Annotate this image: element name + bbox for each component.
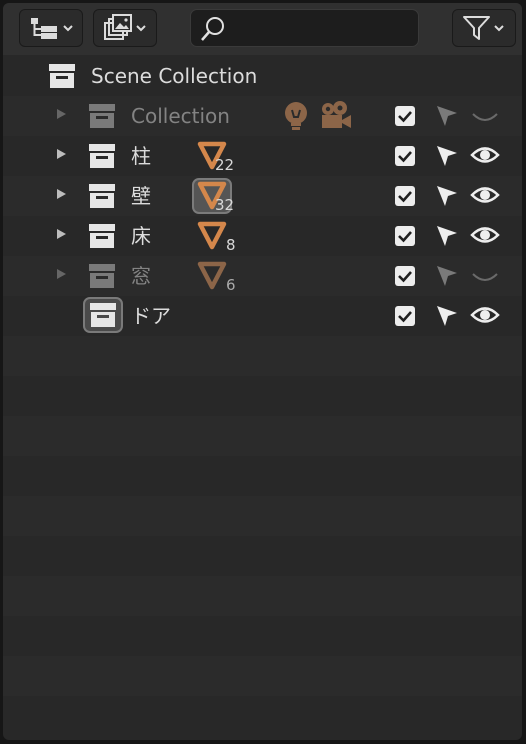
outliner-tree-icon xyxy=(31,18,57,39)
select-cursor-icon[interactable] xyxy=(435,304,459,328)
collection-label: 壁 xyxy=(131,184,151,208)
filter-type-dropdown[interactable] xyxy=(93,9,157,47)
collection-label: ドア xyxy=(131,304,171,328)
checkmark-icon xyxy=(398,111,412,123)
search-field[interactable] xyxy=(190,9,419,47)
exclude-checkbox[interactable] xyxy=(395,106,415,126)
collection-label: 柱 xyxy=(131,144,151,168)
eye-hidden-icon[interactable] xyxy=(470,104,500,128)
filter-dropdown[interactable] xyxy=(452,9,516,47)
collection-icon xyxy=(49,64,75,88)
select-cursor-icon[interactable] xyxy=(435,104,459,128)
checkmark-icon xyxy=(398,191,412,203)
exclude-checkbox[interactable] xyxy=(395,306,415,326)
search-icon xyxy=(201,17,224,41)
collection-label: 床 xyxy=(131,224,151,248)
collection-row[interactable]: ドア xyxy=(3,296,522,336)
collection-label: 窓 xyxy=(131,264,151,288)
collection-icon xyxy=(89,224,115,248)
exclude-checkbox[interactable] xyxy=(395,266,415,286)
expand-arrow-icon[interactable] xyxy=(57,189,66,199)
mesh-icon[interactable] xyxy=(197,260,227,290)
mesh-count: 6 xyxy=(226,276,236,294)
chevron-down-icon xyxy=(136,25,146,32)
collection-icon xyxy=(89,104,115,128)
exclude-checkbox[interactable] xyxy=(395,186,415,206)
mesh-count: 22 xyxy=(215,156,235,174)
expand-arrow-icon[interactable] xyxy=(57,269,66,279)
collection-row[interactable]: 床 8 xyxy=(3,216,522,256)
outliner-header xyxy=(3,3,522,55)
collection-row[interactable]: 窓 6 xyxy=(3,256,522,296)
select-cursor-icon[interactable] xyxy=(435,224,459,248)
scene-collection-label: Scene Collection xyxy=(91,64,258,88)
checkmark-icon xyxy=(398,151,412,163)
checkmark-icon xyxy=(398,271,412,283)
empty-row xyxy=(3,336,522,376)
outliner-panel: Scene Collection Collection 柱 22 壁 32 床 … xyxy=(3,3,522,740)
checkmark-icon xyxy=(398,311,412,323)
select-cursor-icon[interactable] xyxy=(435,144,459,168)
funnel-icon xyxy=(463,16,490,40)
expand-arrow-icon[interactable] xyxy=(57,109,66,119)
empty-row xyxy=(3,416,522,456)
chevron-down-icon xyxy=(63,25,73,32)
eye-hidden-icon[interactable] xyxy=(470,264,500,288)
collection-row[interactable]: 柱 22 xyxy=(3,136,522,176)
chevron-down-icon xyxy=(494,25,504,32)
expand-arrow-icon[interactable] xyxy=(57,149,66,159)
light-icon[interactable] xyxy=(283,101,309,133)
collection-icon xyxy=(89,184,115,208)
mesh-count: 32 xyxy=(215,196,235,214)
collection-icon xyxy=(89,144,115,168)
active-collection-highlight xyxy=(83,297,123,333)
collection-row[interactable]: 壁 32 xyxy=(3,176,522,216)
eye-icon[interactable] xyxy=(470,143,500,167)
collection-label: Collection xyxy=(131,104,230,128)
select-cursor-icon[interactable] xyxy=(435,264,459,288)
scene-collection-row[interactable]: Scene Collection xyxy=(3,56,522,96)
exclude-checkbox[interactable] xyxy=(395,146,415,166)
empty-row xyxy=(3,576,522,616)
display-mode-dropdown[interactable] xyxy=(19,9,83,47)
eye-icon[interactable] xyxy=(470,183,500,207)
search-input[interactable] xyxy=(231,14,415,44)
collection-icon xyxy=(89,264,115,288)
select-cursor-icon[interactable] xyxy=(435,184,459,208)
eye-icon[interactable] xyxy=(470,303,500,327)
collection-icon xyxy=(90,303,116,327)
camera-icon[interactable] xyxy=(319,101,353,131)
exclude-checkbox[interactable] xyxy=(395,226,415,246)
collection-row[interactable]: Collection xyxy=(3,96,522,136)
checkmark-icon xyxy=(398,231,412,243)
mesh-count: 8 xyxy=(226,236,236,254)
image-stack-icon xyxy=(104,14,132,40)
empty-row xyxy=(3,496,522,536)
empty-row xyxy=(3,656,522,696)
eye-icon[interactable] xyxy=(470,223,500,247)
mesh-icon[interactable] xyxy=(197,220,227,250)
expand-arrow-icon[interactable] xyxy=(57,229,66,239)
